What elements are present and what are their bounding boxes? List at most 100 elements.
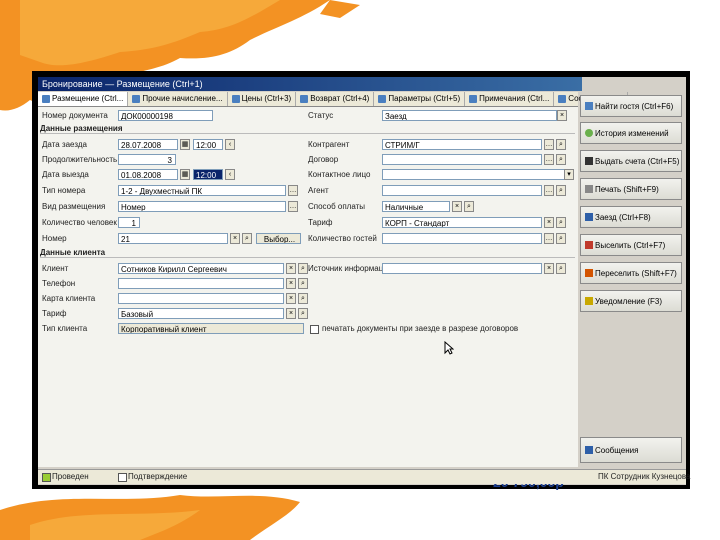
- info-source-field[interactable]: [382, 263, 542, 274]
- action-panel: Найти гостя (Ctrl+F6) История изменений …: [580, 95, 682, 465]
- info-source-clear-button[interactable]: ×: [544, 263, 554, 274]
- invoice-icon: [585, 157, 593, 165]
- confirmation-label: Подтверждение: [128, 472, 188, 481]
- contractor-select-button[interactable]: …: [544, 139, 554, 150]
- tab-other-charges[interactable]: Прочие начисление...: [128, 92, 228, 106]
- room-field[interactable]: 21: [118, 233, 228, 244]
- payment-method-field[interactable]: Наличные: [382, 201, 450, 212]
- tab-prices[interactable]: Цены (Ctrl+3): [228, 92, 297, 106]
- accommodation-type-select-button[interactable]: …: [288, 201, 298, 212]
- client-type-field[interactable]: Корпоративный клиент: [118, 323, 304, 334]
- guests-count-field[interactable]: 1: [118, 217, 140, 228]
- tab-bar: Размещение (Ctrl... Прочие начисление...…: [38, 92, 628, 107]
- tab-parameters[interactable]: Параметры (Ctrl+5): [374, 92, 466, 106]
- client-tariff-clear-button[interactable]: ×: [286, 308, 296, 319]
- agent-field[interactable]: [382, 185, 542, 196]
- doc-number-label: Номер документа: [42, 111, 108, 120]
- change-history-button[interactable]: История изменений: [580, 122, 682, 144]
- relocate-button[interactable]: Переселить (Shift+F7): [580, 262, 682, 284]
- search-icon[interactable]: ⌕: [464, 201, 474, 212]
- status-clear-button[interactable]: ×: [557, 110, 567, 121]
- contract-field[interactable]: [382, 154, 542, 165]
- room-select-button[interactable]: Выбор...: [256, 233, 301, 244]
- contractor-field[interactable]: СТРИМ/Г: [382, 139, 542, 150]
- section-client: Данные клиента: [40, 248, 575, 258]
- departure-date-field[interactable]: 01.08.2008: [118, 169, 178, 180]
- search-icon[interactable]: ⌕: [298, 263, 308, 274]
- room-type-select-button[interactable]: …: [288, 185, 298, 196]
- arrival-time-field[interactable]: 12:00: [193, 139, 223, 150]
- search-icon[interactable]: ⌕: [298, 278, 308, 289]
- guests-group-field[interactable]: [382, 233, 542, 244]
- search-icon[interactable]: ⌕: [242, 233, 252, 244]
- messages-button[interactable]: Сообщения: [580, 437, 682, 463]
- departure-time-spin[interactable]: ‹: [225, 169, 235, 180]
- status-bar: Проведен Подтверждение ПК Сотрудник Кузн…: [38, 469, 690, 484]
- notification-button[interactable]: Уведомление (F3): [580, 290, 682, 312]
- mouse-cursor-icon: [444, 341, 454, 355]
- search-icon[interactable]: ⌕: [556, 139, 566, 150]
- issue-invoices-button[interactable]: Выдать счета (Ctrl+F5): [580, 150, 682, 172]
- guests-group-select-button[interactable]: …: [544, 233, 554, 244]
- check-in-icon: [585, 213, 593, 221]
- client-clear-button[interactable]: ×: [286, 263, 296, 274]
- search-icon[interactable]: ⌕: [298, 308, 308, 319]
- guests-group-label: Количество гостей: [308, 234, 377, 243]
- search-icon[interactable]: ⌕: [298, 293, 308, 304]
- arrival-time-spin[interactable]: ‹: [225, 139, 235, 150]
- search-icon[interactable]: ⌕: [556, 185, 566, 196]
- client-card-field[interactable]: [118, 293, 284, 304]
- find-guest-button[interactable]: Найти гостя (Ctrl+F6): [580, 95, 682, 117]
- tab-returns[interactable]: Возврат (Ctrl+4): [296, 92, 375, 106]
- tab-notes[interactable]: Примечания (Ctrl...: [465, 92, 555, 106]
- contractor-label: Контрагент: [308, 140, 350, 149]
- relocate-icon: [585, 269, 593, 277]
- client-phone-clear-button[interactable]: ×: [286, 278, 296, 289]
- posted-checkbox[interactable]: [42, 473, 51, 482]
- client-card-clear-button[interactable]: ×: [286, 293, 296, 304]
- contract-label: Договор: [308, 155, 339, 164]
- client-tariff-label: Тариф: [42, 309, 67, 318]
- rate-clear-button[interactable]: ×: [544, 217, 554, 228]
- departure-time-field[interactable]: 12:00: [193, 169, 223, 180]
- room-type-field[interactable]: 1-2 - Двухместный ПК: [118, 185, 286, 196]
- client-field[interactable]: Сотников Кирилл Сергеевич: [118, 263, 284, 274]
- payment-method-clear-button[interactable]: ×: [452, 201, 462, 212]
- window-title: Бронирование — Размещение (Ctrl+1): [38, 77, 582, 91]
- status-field[interactable]: Заезд: [382, 110, 557, 121]
- notification-icon: [585, 297, 593, 305]
- application-window: Бронирование — Размещение (Ctrl+1) Разме…: [38, 77, 690, 490]
- agent-select-button[interactable]: …: [544, 185, 554, 196]
- payment-method-label: Способ оплаты: [308, 202, 366, 211]
- search-icon[interactable]: ⌕: [556, 233, 566, 244]
- guests-count-label: Количество человек: [42, 218, 117, 227]
- calendar-icon[interactable]: ▦: [180, 169, 190, 180]
- search-icon[interactable]: ⌕: [556, 154, 566, 165]
- rate-label: Тариф: [308, 218, 333, 227]
- search-icon: [585, 102, 593, 110]
- confirmation-checkbox[interactable]: [118, 473, 127, 482]
- contact-person-field[interactable]: [382, 169, 566, 180]
- return-icon: [300, 95, 309, 103]
- accommodation-type-field[interactable]: Номер: [118, 201, 286, 212]
- note-icon: [469, 95, 478, 103]
- rate-field[interactable]: КОРП - Стандарт: [382, 217, 542, 228]
- print-docs-checkbox[interactable]: [310, 325, 319, 334]
- calendar-icon[interactable]: ▦: [180, 139, 190, 150]
- client-phone-field[interactable]: [118, 278, 284, 289]
- contract-select-button[interactable]: …: [544, 154, 554, 165]
- doc-number-field[interactable]: ДОК00000198: [118, 110, 213, 121]
- arrival-date-field[interactable]: 28.07.2008: [118, 139, 178, 150]
- print-button[interactable]: Печать (Shift+F9): [580, 178, 682, 200]
- check-in-button[interactable]: Заезд (Ctrl+F8): [580, 206, 682, 228]
- check-out-button[interactable]: Выселить (Ctrl+F7): [580, 234, 682, 256]
- search-icon[interactable]: ⌕: [556, 263, 566, 274]
- room-clear-button[interactable]: ×: [230, 233, 240, 244]
- client-tariff-field[interactable]: Базовый: [118, 308, 284, 319]
- chevron-down-icon[interactable]: ▾: [564, 169, 574, 180]
- client-label: Клиент: [42, 264, 69, 273]
- duration-field[interactable]: 3: [118, 154, 176, 165]
- tab-accommodation[interactable]: Размещение (Ctrl...: [38, 92, 129, 106]
- search-icon[interactable]: ⌕: [556, 217, 566, 228]
- check-out-icon: [585, 241, 593, 249]
